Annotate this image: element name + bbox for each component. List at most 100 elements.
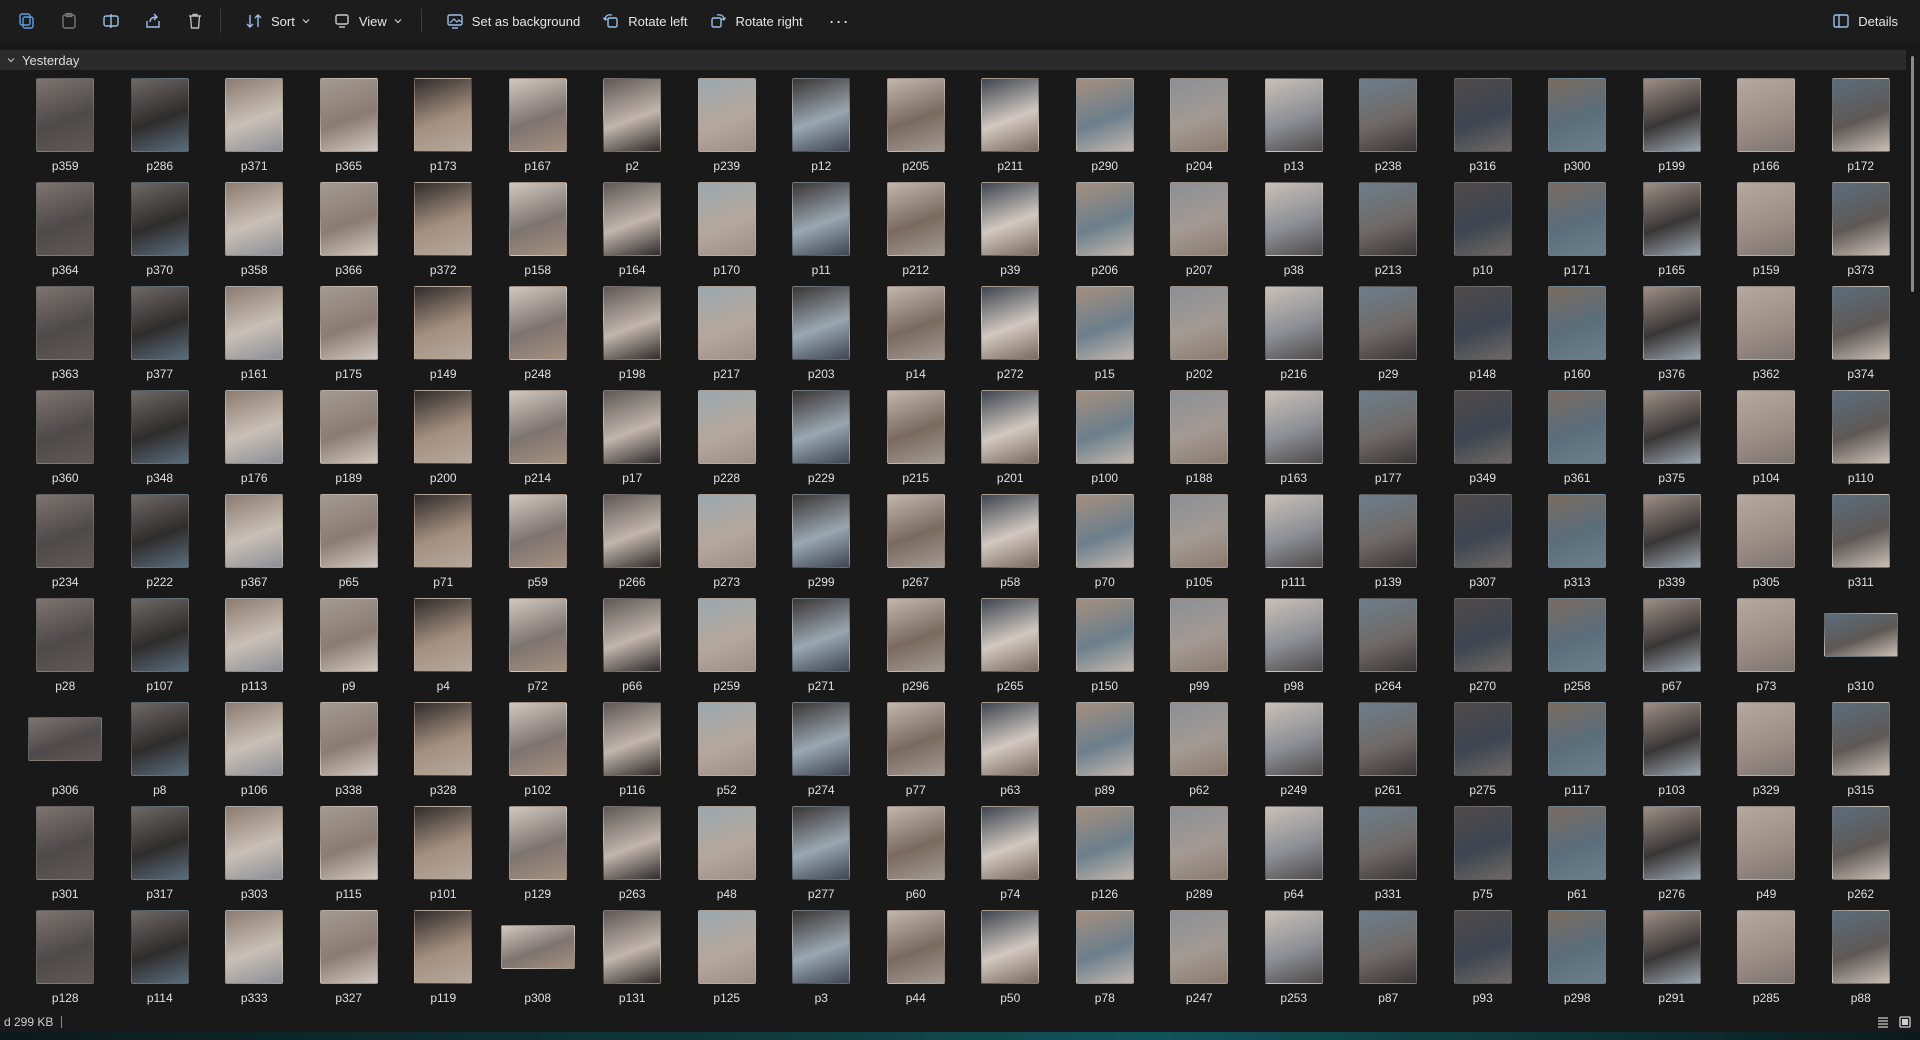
file-tile[interactable]: p372 bbox=[396, 182, 491, 286]
file-tile[interactable]: p12 bbox=[774, 78, 869, 182]
file-tile[interactable]: p9 bbox=[302, 598, 397, 702]
file-tile[interactable]: p367 bbox=[207, 494, 302, 598]
file-tile[interactable]: p173 bbox=[396, 78, 491, 182]
file-tile[interactable]: p375 bbox=[1625, 390, 1720, 494]
file-tile[interactable]: p61 bbox=[1530, 806, 1625, 910]
file-tile[interactable]: p258 bbox=[1530, 598, 1625, 702]
file-tile[interactable]: p189 bbox=[302, 390, 397, 494]
file-tile[interactable]: p275 bbox=[1436, 702, 1531, 806]
file-tile[interactable]: p216 bbox=[1247, 286, 1342, 390]
file-tile[interactable]: p115 bbox=[302, 806, 397, 910]
file-tile[interactable]: p50 bbox=[963, 910, 1058, 1014]
large-icons-view-icon[interactable] bbox=[1898, 1015, 1912, 1029]
file-tile[interactable]: p222 bbox=[113, 494, 208, 598]
file-tile[interactable]: p167 bbox=[491, 78, 586, 182]
file-tile[interactable]: p59 bbox=[491, 494, 586, 598]
file-tile[interactable]: p114 bbox=[113, 910, 208, 1014]
file-tile[interactable]: p4 bbox=[396, 598, 491, 702]
file-tile[interactable]: p129 bbox=[491, 806, 586, 910]
file-tile[interactable]: p366 bbox=[302, 182, 397, 286]
set-as-background-button[interactable]: Set as background bbox=[438, 6, 588, 36]
file-tile[interactable]: p300 bbox=[1530, 78, 1625, 182]
file-tile[interactable]: p200 bbox=[396, 390, 491, 494]
file-tile[interactable]: p72 bbox=[491, 598, 586, 702]
file-tile[interactable]: p311 bbox=[1814, 494, 1909, 598]
file-tile[interactable]: p166 bbox=[1719, 78, 1814, 182]
file-tile[interactable]: p202 bbox=[1152, 286, 1247, 390]
file-tile[interactable]: p58 bbox=[963, 494, 1058, 598]
file-tile[interactable]: p362 bbox=[1719, 286, 1814, 390]
file-tile[interactable]: p211 bbox=[963, 78, 1058, 182]
file-tile[interactable]: p349 bbox=[1436, 390, 1531, 494]
file-tile[interactable]: p71 bbox=[396, 494, 491, 598]
file-tile[interactable]: p262 bbox=[1814, 806, 1909, 910]
file-tile[interactable]: p199 bbox=[1625, 78, 1720, 182]
file-tile[interactable]: p207 bbox=[1152, 182, 1247, 286]
details-view-icon[interactable] bbox=[1876, 1015, 1890, 1029]
file-tile[interactable]: p148 bbox=[1436, 286, 1531, 390]
file-tile[interactable]: p370 bbox=[113, 182, 208, 286]
file-tile[interactable]: p217 bbox=[680, 286, 775, 390]
file-tile[interactable]: p89 bbox=[1058, 702, 1153, 806]
file-tile[interactable]: p259 bbox=[680, 598, 775, 702]
file-tile[interactable]: p213 bbox=[1341, 182, 1436, 286]
file-tile[interactable]: p277 bbox=[774, 806, 869, 910]
delete-icon[interactable] bbox=[180, 6, 210, 36]
file-tile[interactable]: p249 bbox=[1247, 702, 1342, 806]
file-tile[interactable]: p266 bbox=[585, 494, 680, 598]
file-tile[interactable]: p99 bbox=[1152, 598, 1247, 702]
file-tile[interactable]: p315 bbox=[1814, 702, 1909, 806]
file-tile[interactable]: p2 bbox=[585, 78, 680, 182]
file-tile[interactable]: p15 bbox=[1058, 286, 1153, 390]
file-tile[interactable]: p70 bbox=[1058, 494, 1153, 598]
more-options-button[interactable]: ··· bbox=[823, 11, 856, 32]
file-tile[interactable]: p119 bbox=[396, 910, 491, 1014]
file-tile[interactable]: p234 bbox=[18, 494, 113, 598]
file-tile[interactable]: p88 bbox=[1814, 910, 1909, 1014]
file-tile[interactable]: p198 bbox=[585, 286, 680, 390]
file-tile[interactable]: p66 bbox=[585, 598, 680, 702]
file-tile[interactable]: p13 bbox=[1247, 78, 1342, 182]
file-tile[interactable]: p310 bbox=[1814, 598, 1909, 702]
file-tile[interactable]: p204 bbox=[1152, 78, 1247, 182]
copy-icon[interactable] bbox=[12, 6, 42, 36]
file-tile[interactable]: p359 bbox=[18, 78, 113, 182]
sort-button[interactable]: Sort bbox=[237, 6, 319, 36]
file-tile[interactable]: p328 bbox=[396, 702, 491, 806]
file-tile[interactable]: p331 bbox=[1341, 806, 1436, 910]
file-tile[interactable]: p285 bbox=[1719, 910, 1814, 1014]
file-tile[interactable]: p101 bbox=[396, 806, 491, 910]
file-tile[interactable]: p247 bbox=[1152, 910, 1247, 1014]
rotate-left-button[interactable]: Rotate left bbox=[594, 6, 695, 36]
file-tile[interactable]: p228 bbox=[680, 390, 775, 494]
file-tile[interactable]: p113 bbox=[207, 598, 302, 702]
file-tile[interactable]: p139 bbox=[1341, 494, 1436, 598]
file-tile[interactable]: p296 bbox=[869, 598, 964, 702]
file-tile[interactable]: p291 bbox=[1625, 910, 1720, 1014]
file-tile[interactable]: p215 bbox=[869, 390, 964, 494]
file-tile[interactable]: p106 bbox=[207, 702, 302, 806]
file-tile[interactable]: p126 bbox=[1058, 806, 1153, 910]
file-tile[interactable]: p52 bbox=[680, 702, 775, 806]
file-tile[interactable]: p10 bbox=[1436, 182, 1531, 286]
file-tile[interactable]: p286 bbox=[113, 78, 208, 182]
file-tile[interactable]: p14 bbox=[869, 286, 964, 390]
file-tile[interactable]: p263 bbox=[585, 806, 680, 910]
file-tile[interactable]: p93 bbox=[1436, 910, 1531, 1014]
file-tile[interactable]: p170 bbox=[680, 182, 775, 286]
file-tile[interactable]: p8 bbox=[113, 702, 208, 806]
file-tile[interactable]: p150 bbox=[1058, 598, 1153, 702]
file-tile[interactable]: p290 bbox=[1058, 78, 1153, 182]
file-tile[interactable]: p28 bbox=[18, 598, 113, 702]
file-tile[interactable]: p77 bbox=[869, 702, 964, 806]
vertical-scrollbar[interactable] bbox=[1911, 56, 1914, 292]
file-tile[interactable]: p206 bbox=[1058, 182, 1153, 286]
rotate-right-button[interactable]: Rotate right bbox=[701, 6, 810, 36]
file-tile[interactable]: p299 bbox=[774, 494, 869, 598]
file-tile[interactable]: p248 bbox=[491, 286, 586, 390]
file-tile[interactable]: p303 bbox=[207, 806, 302, 910]
file-tile[interactable]: p116 bbox=[585, 702, 680, 806]
view-button[interactable]: View bbox=[325, 6, 411, 36]
file-tile[interactable]: p104 bbox=[1719, 390, 1814, 494]
file-tile[interactable]: p44 bbox=[869, 910, 964, 1014]
